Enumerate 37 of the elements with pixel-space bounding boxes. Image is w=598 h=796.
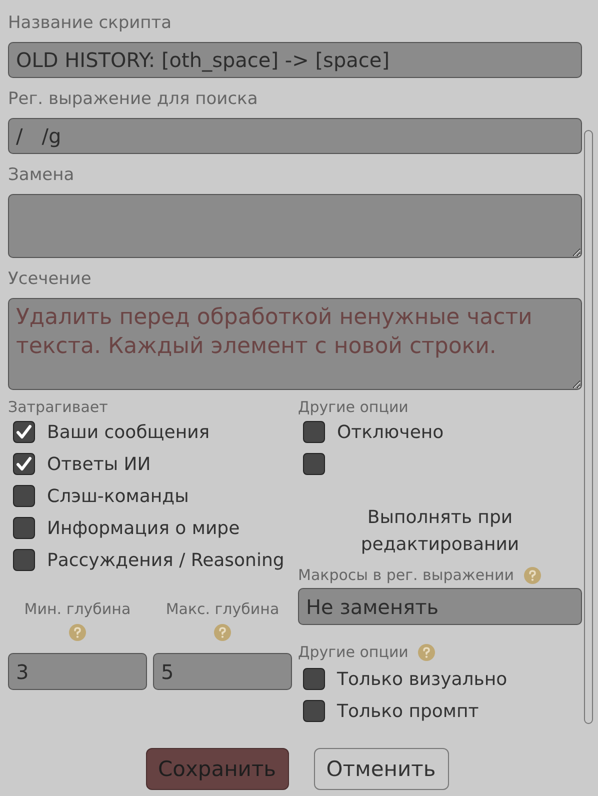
checkbox[interactable]: [303, 700, 325, 722]
checkbox[interactable]: [303, 421, 325, 443]
checkbox-label: Рассуждения / Reasoning: [47, 550, 284, 570]
checkbox[interactable]: [13, 549, 35, 571]
section-label: Другие опции: [298, 398, 410, 416]
checkbox[interactable]: [303, 668, 325, 690]
depth-field[interactable]: 3: [8, 653, 147, 690]
field-label: Мин. глубина: [24, 600, 131, 618]
field-label: Макросы в рег. выражении: [298, 566, 514, 584]
regex-field[interactable]: / /g: [8, 118, 582, 154]
trim-field[interactable]: Удалить перед обработкой ненужные части текста. Каждый элемент с новой строки.: [8, 298, 582, 390]
checkbox[interactable]: [303, 453, 325, 475]
script-name-field[interactable]: OLD HISTORY: [oth_space] -> [space]: [8, 42, 582, 78]
checkbox-label: Ответы ИИ: [47, 454, 151, 474]
depth-field[interactable]: 5: [153, 653, 292, 690]
macros-dropdown[interactable]: Не заменять: [298, 588, 582, 625]
checkbox-label: Информация о мире: [47, 518, 240, 538]
field-label: Замена: [8, 164, 76, 187]
checkbox-label: Только визуально: [337, 668, 508, 690]
field-label: Макс. глубина: [166, 600, 280, 618]
scrollbar[interactable]: [584, 130, 593, 724]
section-label: Затрагивает: [8, 398, 109, 416]
field-label: Рег. выражение для поиска: [8, 88, 259, 111]
option-label: Выполнять при редактировании: [360, 506, 520, 557]
cancel-button[interactable]: Отменить: [314, 748, 448, 790]
section-label: Другие опции: [298, 643, 408, 661]
checkbox[interactable]: [13, 453, 35, 475]
checkbox-label: Отключено: [337, 422, 444, 442]
replace-field[interactable]: [8, 194, 582, 258]
checkbox[interactable]: [13, 421, 35, 443]
checkbox-label: Слэш-команды: [47, 486, 189, 506]
checkbox[interactable]: [13, 517, 35, 539]
field-label: Название скрипта: [8, 12, 173, 35]
checkbox[interactable]: [13, 485, 35, 507]
checkbox-label: Только промпт: [337, 700, 479, 722]
checkbox-label: Ваши сообщения: [47, 422, 210, 442]
field-label: Усечение: [8, 268, 92, 291]
